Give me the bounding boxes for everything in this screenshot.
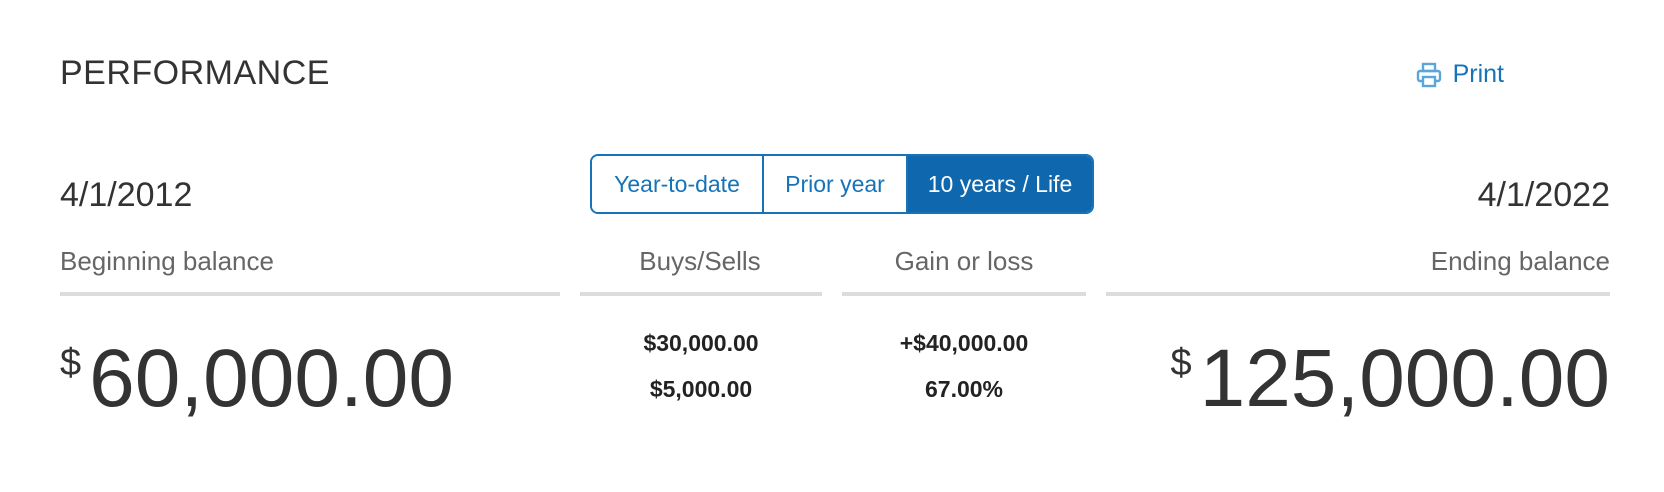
beginning-balance-amount: 60,000.00 [89, 333, 454, 424]
beginning-balance-value: $60,000.00 [60, 338, 454, 420]
period-toggle: Year-to-date Prior year 10 years / Life [590, 154, 1094, 214]
gain-loss-percent: 67.00% [924, 376, 1003, 402]
ending-balance-value: $125,000.00 [1170, 338, 1610, 420]
divider [60, 292, 560, 296]
buys-sells-label: Buys/Sells [639, 246, 761, 276]
print-label: Print [1452, 60, 1504, 88]
ending-balance-amount: 125,000.00 [1199, 333, 1610, 424]
divider [842, 292, 1086, 296]
print-button[interactable]: Print [1415, 60, 1504, 89]
tab-year-to-date[interactable]: Year-to-date [592, 156, 762, 212]
buys-value: $30,000.00 [643, 330, 759, 356]
beginning-date: 4/1/2012 [60, 176, 193, 214]
tab-prior-year[interactable]: Prior year [762, 156, 906, 212]
currency-symbol: $ [60, 342, 82, 384]
tab-10-years-life[interactable]: 10 years / Life [906, 156, 1092, 212]
page-title: PERFORMANCE [60, 54, 330, 92]
printer-icon [1415, 61, 1443, 89]
ending-balance-label: Ending balance [1430, 246, 1610, 276]
divider [580, 292, 822, 296]
gain-loss-label: Gain or loss [894, 246, 1034, 276]
currency-symbol: $ [1170, 342, 1192, 384]
divider [1106, 292, 1610, 296]
ending-date: 4/1/2022 [1477, 176, 1610, 214]
sells-value: $5,000.00 [649, 376, 753, 402]
gain-loss-amount: +$40,000.00 [899, 330, 1029, 356]
beginning-balance-label: Beginning balance [60, 246, 274, 276]
